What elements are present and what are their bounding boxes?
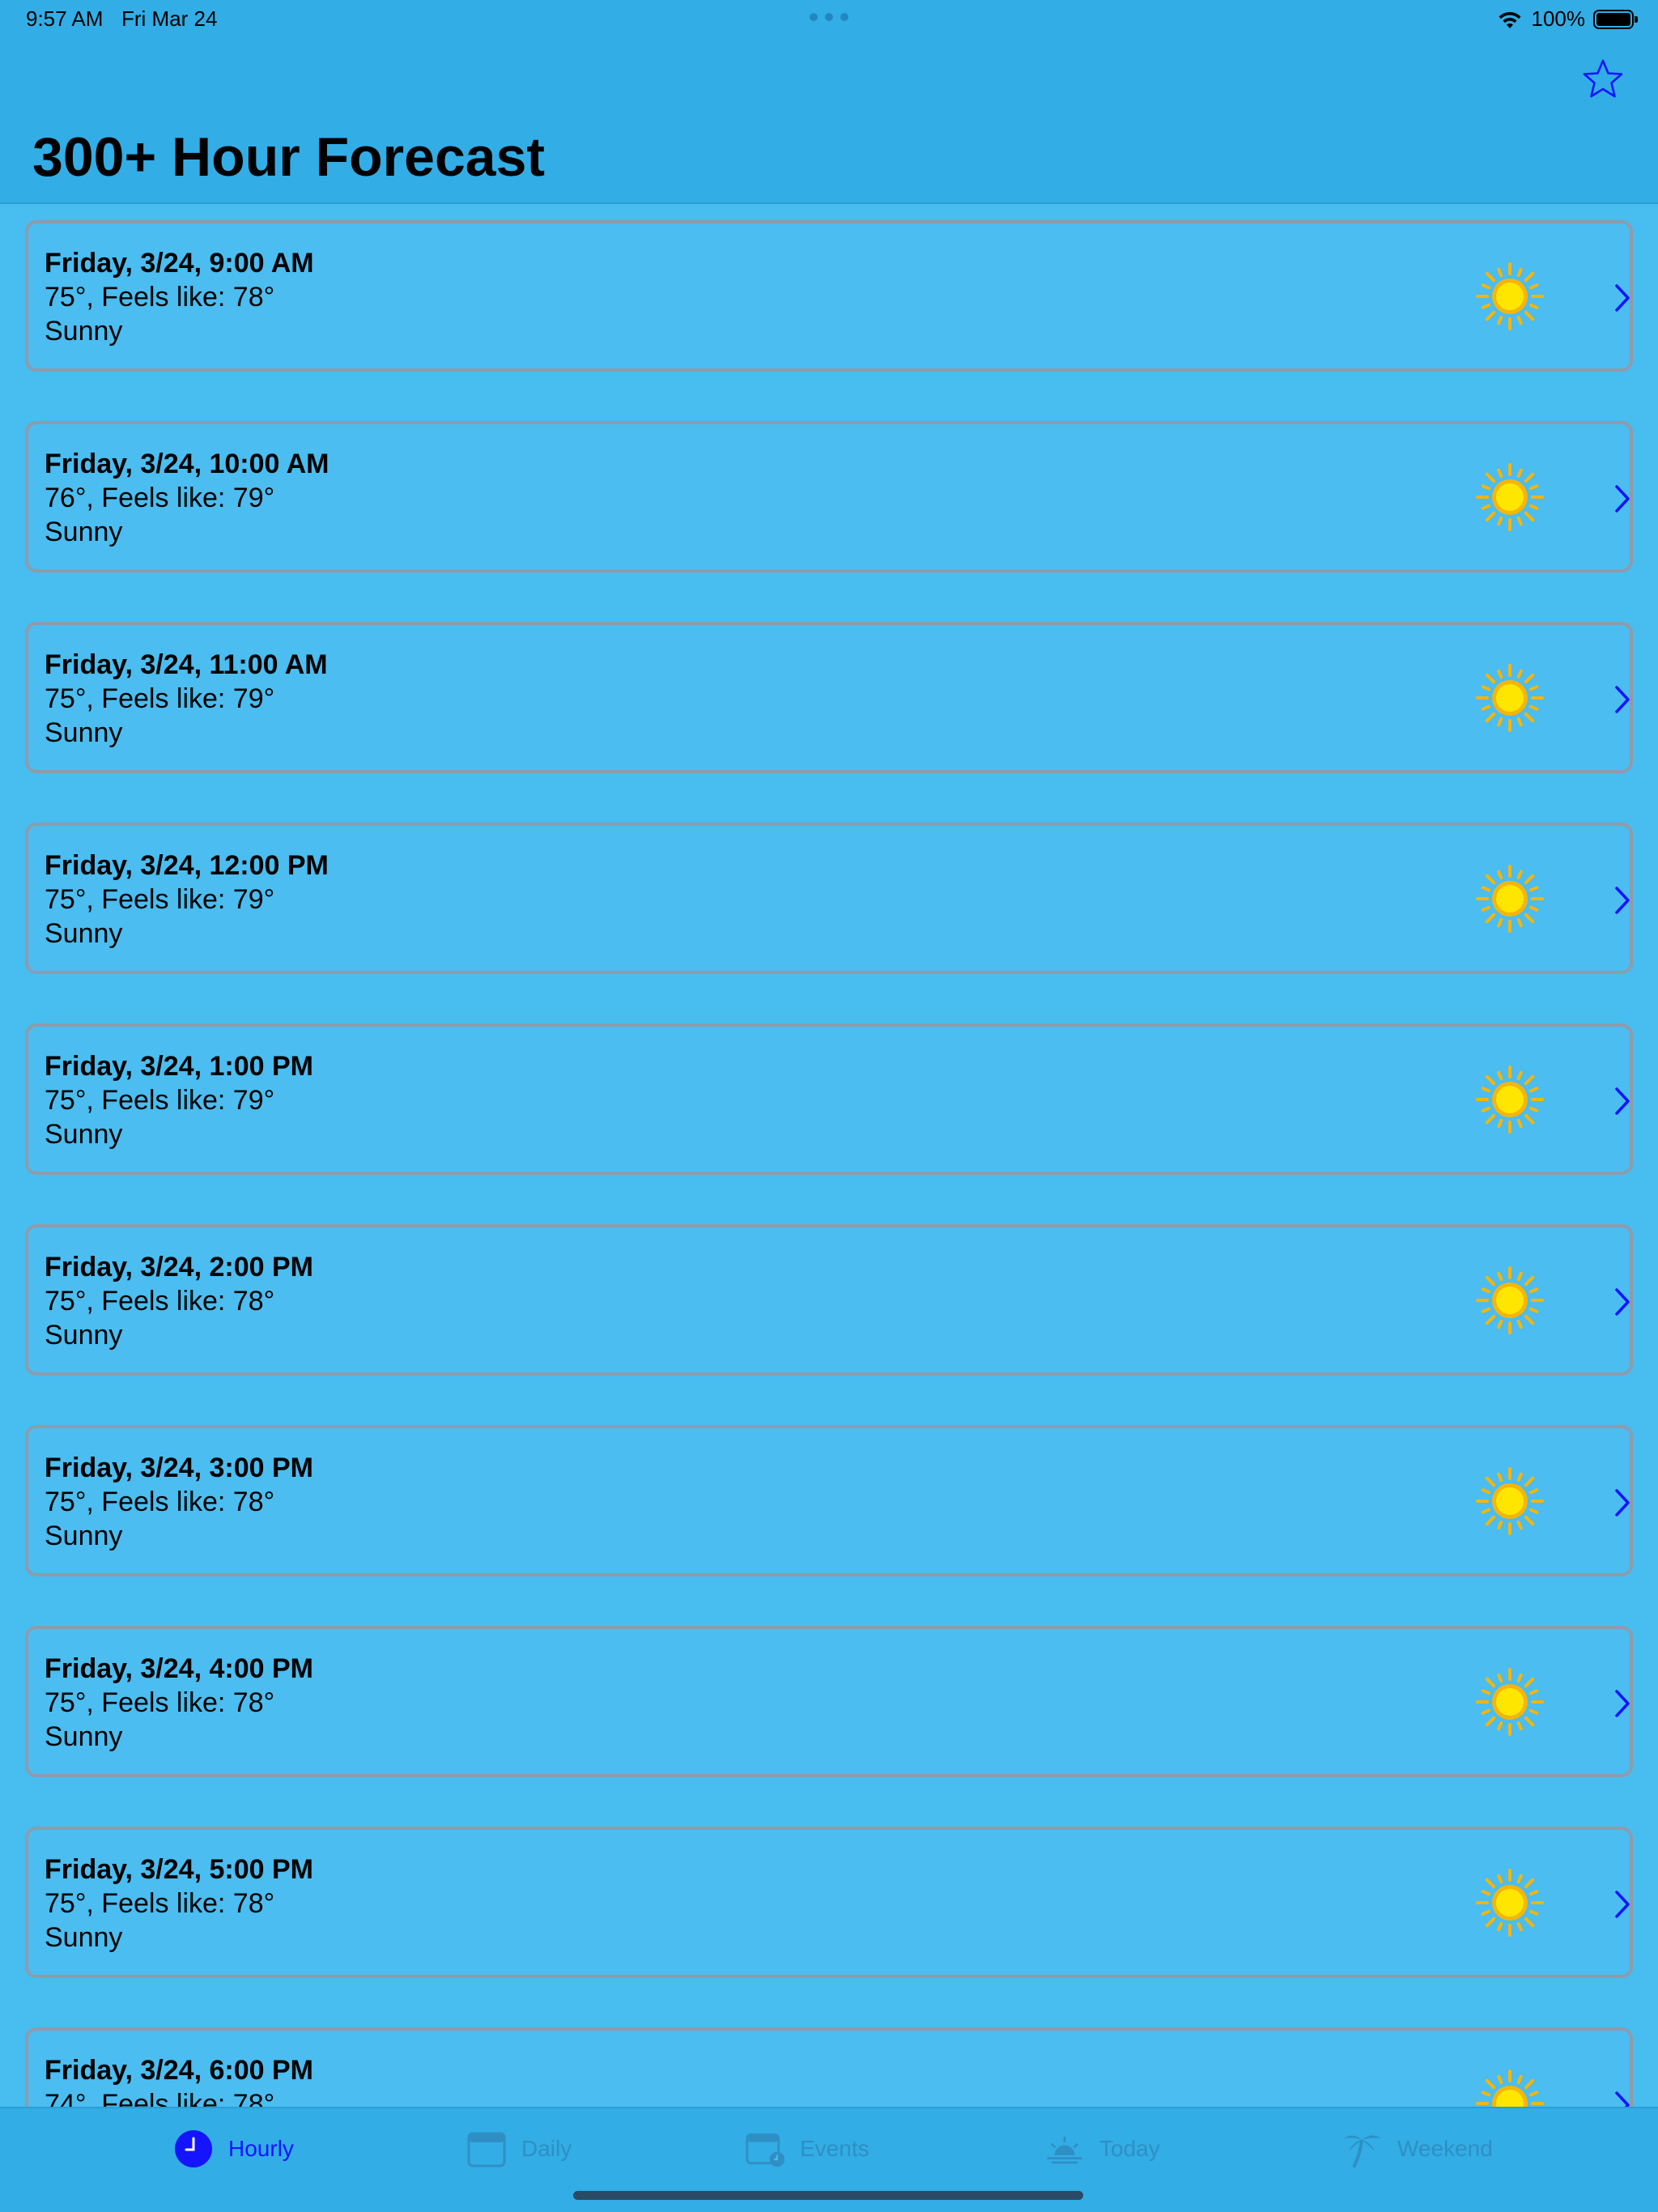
sun-icon: [1476, 2069, 1544, 2107]
forecast-temperature: 75°, Feels like: 78°: [45, 1487, 275, 1517]
chevron-right-icon: [1615, 1690, 1630, 1717]
tab-weekend[interactable]: Weekend: [1342, 2126, 1493, 2172]
palm-tree-icon: [1344, 2135, 1381, 2168]
forecast-temperature: 76°, Feels like: 79°: [45, 483, 275, 513]
sun-icon: [1476, 865, 1544, 933]
multitasking-dots-icon[interactable]: [810, 13, 848, 21]
chevron-right-icon: [1615, 1489, 1630, 1516]
forecast-condition: Sunny: [45, 1320, 123, 1351]
forecast-condition: Sunny: [45, 316, 123, 347]
forecast-datetime: Friday, 3/24, 2:00 PM: [45, 1252, 313, 1283]
forecast-row[interactable]: Friday, 3/24, 4:00 PM 75°, Feels like: 78…: [25, 1626, 1633, 1777]
chevron-right-icon: [1615, 1288, 1630, 1316]
status-right: 100%: [1496, 6, 1638, 32]
sun-icon: [1476, 1066, 1544, 1134]
navigation-header: 9:57 AM Fri Mar 24 100% 300+ Hour Foreca…: [0, 0, 1658, 204]
wifi-icon: [1499, 11, 1520, 28]
forecast-datetime: Friday, 3/24, 5:00 PM: [45, 1854, 313, 1885]
forecast-temperature: 75°, Feels like: 78°: [45, 1888, 275, 1919]
tab-events[interactable]: Events: [745, 2126, 869, 2172]
forecast-datetime: Friday, 3/24, 11:00 AM: [45, 649, 328, 680]
sunrise-icon: [1047, 2136, 1082, 2164]
calendar-icon: [467, 2132, 506, 2167]
forecast-datetime: Friday, 3/24, 4:00 PM: [45, 1653, 313, 1684]
sun-icon: [1476, 1869, 1544, 1937]
forecast-row[interactable]: Friday, 3/24, 10:00 AM 76°, Feels like: 7…: [25, 421, 1633, 572]
forecast-row[interactable]: Friday, 3/24, 2:00 PM 75°, Feels like: 78…: [25, 1224, 1633, 1376]
forecast-row[interactable]: Friday, 3/24, 6:00 PM 74°, Feels like: 78…: [25, 2027, 1633, 2107]
forecast-temperature: 74°, Feels like: 78°: [45, 2089, 275, 2107]
forecast-temperature: 75°, Feels like: 79°: [45, 884, 275, 915]
forecast-temperature: 75°, Feels like: 78°: [45, 1286, 275, 1317]
forecast-row[interactable]: Friday, 3/24, 12:00 PM 75°, Feels like: 7…: [25, 823, 1633, 974]
forecast-datetime: Friday, 3/24, 9:00 AM: [45, 248, 314, 279]
chevron-right-icon: [1615, 2091, 1630, 2107]
forecast-row[interactable]: Friday, 3/24, 3:00 PM 75°, Feels like: 78…: [25, 1425, 1633, 1576]
forecast-temperature: 75°, Feels like: 78°: [45, 282, 275, 313]
sun-icon: [1476, 463, 1544, 531]
forecast-temperature: 75°, Feels like: 79°: [45, 1085, 275, 1116]
forecast-temperature: 75°, Feels like: 79°: [45, 683, 275, 714]
forecast-datetime: Friday, 3/24, 12:00 PM: [45, 850, 329, 881]
tab-label: Events: [800, 2136, 869, 2161]
chevron-right-icon: [1615, 284, 1630, 312]
sun-icon: [1476, 1467, 1544, 1535]
page-title: 300+ Hour Forecast: [32, 126, 546, 188]
forecast-datetime: Friday, 3/24, 10:00 AM: [45, 449, 329, 479]
chevron-right-icon: [1615, 485, 1630, 513]
home-indicator[interactable]: [573, 2191, 1083, 2200]
clock-icon: [175, 2130, 212, 2167]
forecast-row[interactable]: Friday, 3/24, 1:00 PM 75°, Feels like: 79…: [25, 1023, 1633, 1175]
forecast-temperature: 75°, Feels like: 78°: [45, 1687, 275, 1718]
status-time: 9:57 AM: [26, 6, 104, 31]
forecast-condition: Sunny: [45, 1521, 123, 1551]
tab-label: Weekend: [1397, 2136, 1493, 2161]
tab-hourly[interactable]: Hourly: [173, 2126, 294, 2172]
star-icon[interactable]: [1582, 58, 1624, 100]
forecast-condition: Sunny: [45, 1922, 123, 1953]
forecast-condition: Sunny: [45, 1119, 123, 1150]
battery-icon: [1593, 9, 1638, 29]
forecast-condition: Sunny: [45, 717, 123, 748]
forecast-condition: Sunny: [45, 517, 123, 547]
hourly-forecast-list[interactable]: Friday, 3/24, 9:00 AM 75°, Feels like: 78…: [0, 204, 1658, 2107]
chevron-right-icon: [1615, 1891, 1630, 1918]
forecast-row[interactable]: Friday, 3/24, 11:00 AM 75°, Feels like: 7…: [25, 622, 1633, 773]
sun-icon: [1476, 1668, 1544, 1736]
tab-today[interactable]: Today: [1044, 2126, 1160, 2172]
battery-percentage: 100%: [1531, 6, 1586, 31]
sun-icon: [1476, 1266, 1544, 1334]
tab-daily[interactable]: Daily: [466, 2126, 572, 2172]
tab-label: Today: [1099, 2136, 1160, 2161]
chevron-right-icon: [1615, 686, 1630, 713]
forecast-condition: Sunny: [45, 1721, 123, 1752]
tab-label: Daily: [521, 2136, 572, 2161]
calendar-clock-icon: [746, 2133, 785, 2167]
forecast-row[interactable]: Friday, 3/24, 5:00 PM 75°, Feels like: 78…: [25, 1827, 1633, 1978]
chevron-right-icon: [1615, 887, 1630, 914]
tab-label: Hourly: [228, 2136, 294, 2161]
sun-icon: [1476, 664, 1544, 732]
chevron-right-icon: [1615, 1087, 1630, 1115]
forecast-condition: Sunny: [45, 918, 123, 949]
forecast-datetime: Friday, 3/24, 1:00 PM: [45, 1051, 313, 1082]
forecast-datetime: Friday, 3/24, 3:00 PM: [45, 1453, 313, 1483]
forecast-datetime: Friday, 3/24, 6:00 PM: [45, 2055, 313, 2086]
sun-icon: [1476, 262, 1544, 330]
forecast-row[interactable]: Friday, 3/24, 9:00 AM 75°, Feels like: 78…: [25, 220, 1633, 372]
status-date: Fri Mar 24: [121, 6, 218, 31]
status-bar: 9:57 AM Fri Mar 24 100%: [0, 0, 1658, 39]
